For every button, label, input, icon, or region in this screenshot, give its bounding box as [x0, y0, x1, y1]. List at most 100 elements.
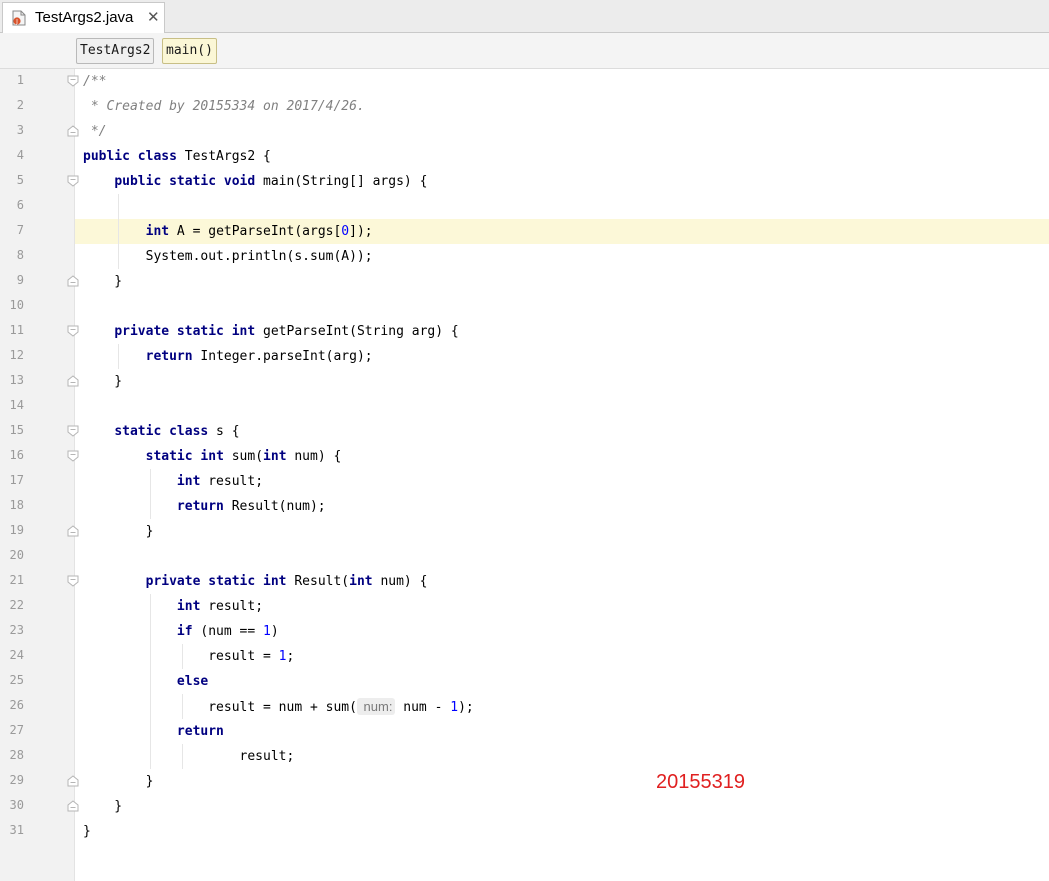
code-token: }: [83, 274, 123, 289]
line-number: 28: [9, 748, 24, 762]
fold-close-icon[interactable]: [67, 375, 79, 387]
code-token: if: [176, 624, 193, 639]
code-token: }: [83, 799, 123, 814]
code-line[interactable]: 3 */: [0, 119, 1049, 144]
breadcrumb-class[interactable]: TestArgs2: [76, 38, 155, 64]
fold-open-icon[interactable]: [67, 175, 79, 187]
code-token: }: [83, 524, 154, 539]
code-token: public class: [83, 149, 177, 164]
code-line[interactable]: 15 static class s {: [0, 419, 1049, 444]
code-line[interactable]: 9 }: [0, 269, 1049, 294]
code-token: A = getParseInt(args[: [169, 224, 342, 239]
code-token: TestArgs2 {: [176, 149, 271, 164]
code-line[interactable]: 2 * Created by 20155334 on 2017/4/26.: [0, 94, 1049, 119]
code-line[interactable]: 11 private static int getParseInt(String…: [0, 319, 1049, 344]
code-line[interactable]: 24 result = 1;: [0, 644, 1049, 669]
code-text: return: [83, 721, 224, 742]
line-number: 12: [9, 348, 24, 362]
code-token: int: [176, 599, 201, 614]
code-token: ;: [286, 649, 295, 664]
code-line-background: [75, 369, 1049, 394]
line-number: 3: [16, 123, 24, 137]
fold-close-icon[interactable]: [67, 275, 79, 287]
tab-filename: TestArgs2.java: [35, 9, 134, 26]
code-token: (num ==: [192, 624, 264, 639]
fold-close-icon[interactable]: [67, 800, 79, 812]
fold-close-icon[interactable]: [67, 775, 79, 787]
code-line[interactable]: 12 return Integer.parseInt(arg);: [0, 344, 1049, 369]
fold-open-icon[interactable]: [67, 325, 79, 337]
code-text: static class s {: [83, 421, 239, 442]
code-token: }: [83, 774, 154, 789]
code-line[interactable]: 13 }: [0, 369, 1049, 394]
line-number: 21: [9, 573, 24, 587]
code-line[interactable]: 4 public class TestArgs2 {: [0, 144, 1049, 169]
code-line[interactable]: 18 return Result(num);: [0, 494, 1049, 519]
code-line[interactable]: 10: [0, 294, 1049, 319]
fold-open-icon[interactable]: [67, 450, 79, 462]
code-token: result;: [200, 599, 264, 614]
line-number: 16: [9, 448, 24, 462]
code-line[interactable]: 29 }: [0, 769, 1049, 794]
line-number: 29: [9, 773, 24, 787]
code-text: private static int getParseInt(String ar…: [83, 321, 458, 342]
line-number: 5: [16, 173, 24, 187]
code-text: return Result(num);: [83, 496, 326, 517]
code-line[interactable]: 5 public static void main(String[] args)…: [0, 169, 1049, 194]
breadcrumb-method[interactable]: main(): [162, 38, 217, 64]
code-token: sum(: [223, 449, 264, 464]
code-line[interactable]: 27 return: [0, 719, 1049, 744]
code-line[interactable]: 6: [0, 194, 1049, 219]
line-number: 15: [9, 423, 24, 437]
code-line[interactable]: 26 result = num + sum( num: num - 1);: [0, 694, 1049, 719]
svg-text:J: J: [15, 18, 18, 25]
line-number: 2: [16, 98, 24, 112]
java-file-icon: J: [12, 10, 26, 26]
editor-tab[interactable]: J TestArgs2.java ✕: [2, 2, 165, 33]
code-line[interactable]: 20: [0, 544, 1049, 569]
code-line[interactable]: 31}: [0, 819, 1049, 844]
code-line[interactable]: 30 }: [0, 794, 1049, 819]
code-token: * Created by 20155334 on 2017/4/26.: [83, 99, 365, 114]
code-token: /**: [83, 74, 107, 89]
code-line[interactable]: 22 int result;: [0, 594, 1049, 619]
code-line-background: [75, 794, 1049, 819]
code-line[interactable]: 23 if (num == 1): [0, 619, 1049, 644]
fold-open-icon[interactable]: [67, 75, 79, 87]
code-text: private static int Result(int num) {: [83, 571, 428, 592]
code-token: result = num + sum(: [83, 700, 357, 715]
line-number: 11: [9, 323, 24, 337]
line-number: 22: [9, 598, 24, 612]
code-line[interactable]: 19 }: [0, 519, 1049, 544]
code-token: private static int: [114, 324, 256, 339]
close-icon[interactable]: ✕: [147, 8, 160, 26]
watermark-text: 20155319: [656, 771, 745, 793]
code-token: public static void: [114, 174, 256, 189]
indent-guide: [182, 744, 183, 769]
code-line[interactable]: 14: [0, 394, 1049, 419]
fold-open-icon[interactable]: [67, 575, 79, 587]
code-line[interactable]: 8 System.out.println(s.sum(A));: [0, 244, 1049, 269]
code-token: 0: [341, 224, 350, 239]
fold-close-icon[interactable]: [67, 125, 79, 137]
code-line[interactable]: 1 /**: [0, 69, 1049, 94]
code-line[interactable]: 25 else: [0, 669, 1049, 694]
indent-guide: [150, 469, 151, 519]
code-line[interactable]: 21 private static int Result(int num) {: [0, 569, 1049, 594]
code-line[interactable]: 16 static int sum(int num) {: [0, 444, 1049, 469]
code-line-background: [75, 69, 1049, 94]
code-token: main(String[] args) {: [255, 174, 428, 189]
code-line[interactable]: 28 result;: [0, 744, 1049, 769]
fold-close-icon[interactable]: [67, 525, 79, 537]
code-line[interactable]: 17 int result;: [0, 469, 1049, 494]
code-token: result;: [83, 749, 295, 764]
code-line[interactable]: 7 int A = getParseInt(args[0]);: [0, 219, 1049, 244]
line-number: 17: [9, 473, 24, 487]
fold-open-icon[interactable]: [67, 425, 79, 437]
code-token: ]);: [349, 224, 373, 239]
code-token: private static int: [145, 574, 287, 589]
indent-guide: [182, 694, 183, 719]
